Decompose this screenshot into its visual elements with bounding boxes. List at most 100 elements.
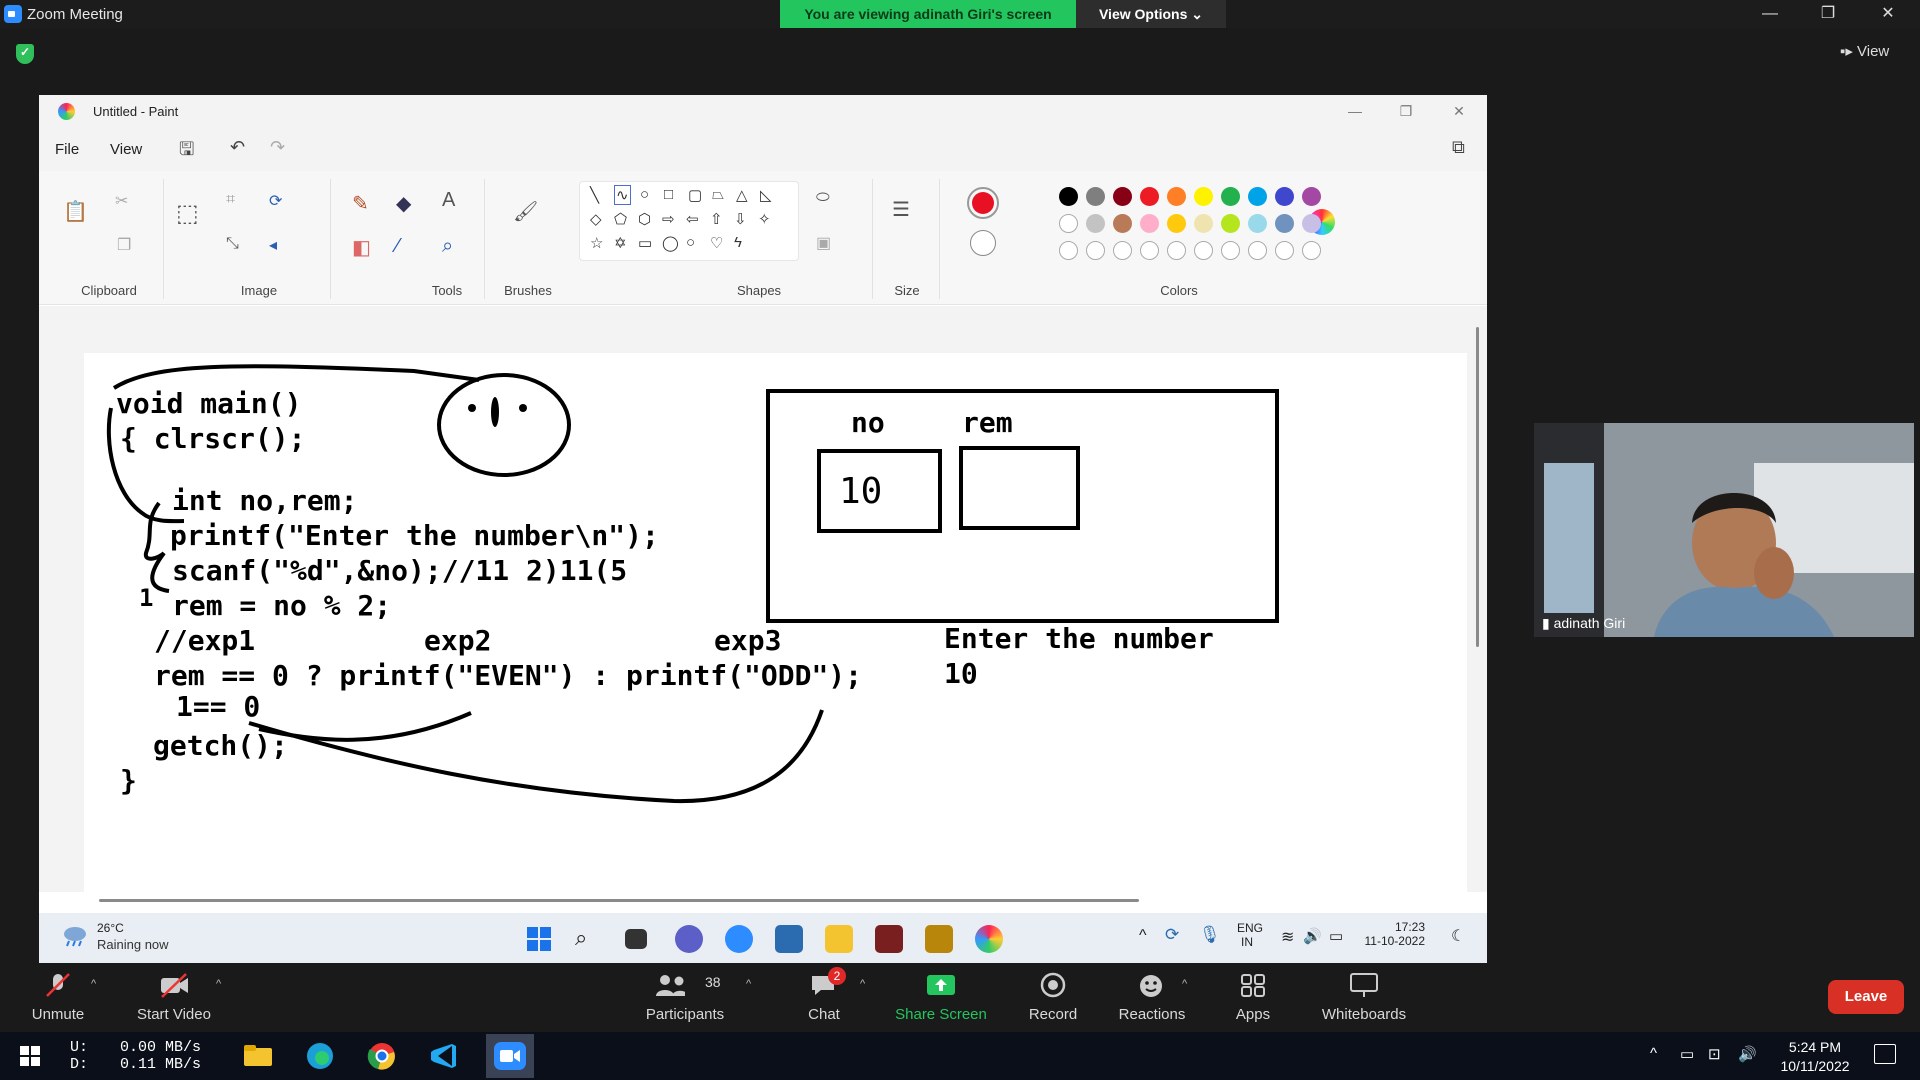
zoom-app-taskbar-icon[interactable] xyxy=(492,1040,528,1072)
restore-icon[interactable]: ❐ xyxy=(1808,2,1848,26)
right-triangle-shape-icon[interactable]: ◺ xyxy=(760,186,772,204)
custom-color-slot[interactable] xyxy=(1194,241,1213,260)
custom-color-slot[interactable] xyxy=(1167,241,1186,260)
custom-color-slot[interactable] xyxy=(1059,241,1078,260)
color-swatch[interactable] xyxy=(1086,187,1105,206)
battery-tray-icon[interactable]: ▭ xyxy=(1680,1045,1694,1063)
language-indicator[interactable]: ENG IN xyxy=(1237,921,1263,949)
reactions-caret-icon[interactable]: ^ xyxy=(1182,978,1187,990)
rounded-rectangle-shape-icon[interactable]: ▢ xyxy=(688,186,702,204)
color-picker-tool-icon[interactable]: ⁄ xyxy=(396,235,399,258)
windows-start-icon[interactable] xyxy=(525,925,553,953)
copy-icon[interactable]: ❐ xyxy=(117,235,131,255)
crop-icon[interactable]: ⌗ xyxy=(226,191,235,209)
view-button[interactable]: ▪▸ View xyxy=(1840,40,1910,64)
volume-tray-icon[interactable]: 🔊 xyxy=(1738,1045,1757,1063)
reactions-button[interactable]: Reactions xyxy=(1112,964,1192,1032)
participant-video-tile[interactable]: ▮ adinath Giri xyxy=(1534,423,1914,637)
custom-color-slot[interactable] xyxy=(1275,241,1294,260)
zoom-taskbar-icon[interactable] xyxy=(725,925,753,953)
edge-browser-icon[interactable] xyxy=(302,1040,338,1072)
text-icon[interactable]: A xyxy=(442,189,455,212)
audio-options-caret-icon[interactable]: ^ xyxy=(91,978,96,990)
color-swatch[interactable] xyxy=(1086,214,1105,233)
color-swatch[interactable] xyxy=(1113,214,1132,233)
color-swatch[interactable] xyxy=(1059,187,1078,206)
host-clock[interactable]: 5:24 PM 10/11/2022 xyxy=(1770,1038,1860,1076)
tray-chevron-icon[interactable]: ^ xyxy=(1650,1045,1657,1062)
color-swatch[interactable] xyxy=(1059,214,1078,233)
rotate-icon[interactable]: ⟳ xyxy=(269,191,282,211)
file-menu[interactable]: File xyxy=(55,141,79,158)
custom-color-slot[interactable] xyxy=(1302,241,1321,260)
color-swatch[interactable] xyxy=(1221,214,1240,233)
oval-callout-shape-icon[interactable]: ◯ xyxy=(662,234,679,252)
rect-callout-shape-icon[interactable]: ▭ xyxy=(638,234,652,252)
cut-icon[interactable]: ✂ xyxy=(115,191,128,211)
six-point-star-shape-icon[interactable]: ✡ xyxy=(614,234,627,252)
color-swatch[interactable] xyxy=(1302,187,1321,206)
color-swatch[interactable] xyxy=(1221,187,1240,206)
save-icon[interactable]: 🖫 xyxy=(179,137,194,167)
resize-icon[interactable]: ⤡ xyxy=(226,235,239,253)
color-swatch[interactable] xyxy=(1194,187,1213,206)
hexagon-shape-icon[interactable]: ⬡ xyxy=(638,210,651,228)
redo-icon[interactable]: ↷ xyxy=(270,137,285,158)
flip-icon[interactable]: ◂ xyxy=(269,235,277,255)
magnifier-icon[interactable]: ⌕ xyxy=(442,235,453,258)
teams-chat-icon[interactable] xyxy=(675,925,703,953)
app-icon[interactable] xyxy=(875,925,903,953)
brush-icon[interactable]: 🖌 xyxy=(513,199,538,224)
minimize-icon[interactable]: — xyxy=(1750,2,1790,26)
down-arrow-shape-icon[interactable]: ⇩ xyxy=(734,210,747,228)
custom-color-slot[interactable] xyxy=(1086,241,1105,260)
fill-icon[interactable]: ◆ xyxy=(396,191,411,216)
sync-icon[interactable]: ⟳ xyxy=(1165,925,1179,945)
volume-icon[interactable]: 🔊 xyxy=(1303,927,1322,945)
color-swatch[interactable] xyxy=(1194,214,1213,233)
share-screen-button[interactable]: Share Screen xyxy=(890,964,992,1032)
lightning-shape-icon[interactable]: ϟ xyxy=(734,234,742,251)
windows-start-icon[interactable] xyxy=(20,1046,40,1066)
notepad-icon[interactable] xyxy=(775,925,803,953)
notification-center-icon[interactable] xyxy=(1874,1044,1896,1064)
oval-shape-icon[interactable]: ○ xyxy=(640,186,649,203)
select-icon[interactable]: ⬚ xyxy=(176,199,199,228)
task-view-icon[interactable] xyxy=(625,929,647,949)
paint-taskbar-icon[interactable] xyxy=(975,925,1003,953)
color-swatch[interactable] xyxy=(1275,214,1294,233)
chat-button[interactable]: 2 Chat xyxy=(800,964,848,1032)
encryption-shield-icon[interactable] xyxy=(16,44,34,64)
focus-moon-icon[interactable]: ☾ xyxy=(1451,926,1465,946)
network-tray-icon[interactable]: ⊡ xyxy=(1708,1045,1721,1063)
paint-close-icon[interactable]: ✕ xyxy=(1444,99,1474,123)
primary-color-swatch[interactable] xyxy=(967,187,999,219)
outline-icon[interactable]: ⬭ xyxy=(816,189,830,207)
participants-button[interactable]: 38 Participants xyxy=(640,964,730,1032)
triangle-shape-icon[interactable]: △ xyxy=(736,186,748,204)
pentagon-shape-icon[interactable]: ⬠ xyxy=(614,210,627,228)
color-swatch[interactable] xyxy=(1140,214,1159,233)
vscode-icon[interactable] xyxy=(426,1040,462,1072)
participants-caret-icon[interactable]: ^ xyxy=(746,978,751,990)
right-arrow-shape-icon[interactable]: ⇨ xyxy=(662,210,675,228)
share-icon[interactable]: ⧉ xyxy=(1452,137,1465,158)
line-shape-icon[interactable]: ╲ xyxy=(590,186,599,204)
horizontal-scrollbar[interactable] xyxy=(99,899,1139,902)
video-options-caret-icon[interactable]: ^ xyxy=(216,978,221,990)
cloud-callout-shape-icon[interactable]: ○ xyxy=(686,234,695,251)
color-swatch[interactable] xyxy=(1167,187,1186,206)
diamond-shape-icon[interactable]: ◇ xyxy=(590,210,602,228)
unmute-button[interactable]: Unmute xyxy=(20,964,96,1032)
chat-caret-icon[interactable]: ^ xyxy=(860,978,865,990)
start-video-button[interactable]: Start Video xyxy=(130,964,218,1032)
heart-shape-icon[interactable]: ♡ xyxy=(710,234,723,252)
search-icon[interactable]: ⌕ xyxy=(575,925,603,953)
paint-minimize-icon[interactable]: — xyxy=(1340,99,1370,123)
four-point-star-shape-icon[interactable]: ✧ xyxy=(758,210,771,228)
view-menu[interactable]: View xyxy=(110,141,142,158)
size-icon[interactable]: ☰ xyxy=(892,197,910,222)
file-explorer-icon[interactable] xyxy=(825,925,853,953)
view-options-button[interactable]: View Options ⌄ xyxy=(1076,0,1226,28)
leave-button[interactable]: Leave xyxy=(1828,980,1904,1014)
